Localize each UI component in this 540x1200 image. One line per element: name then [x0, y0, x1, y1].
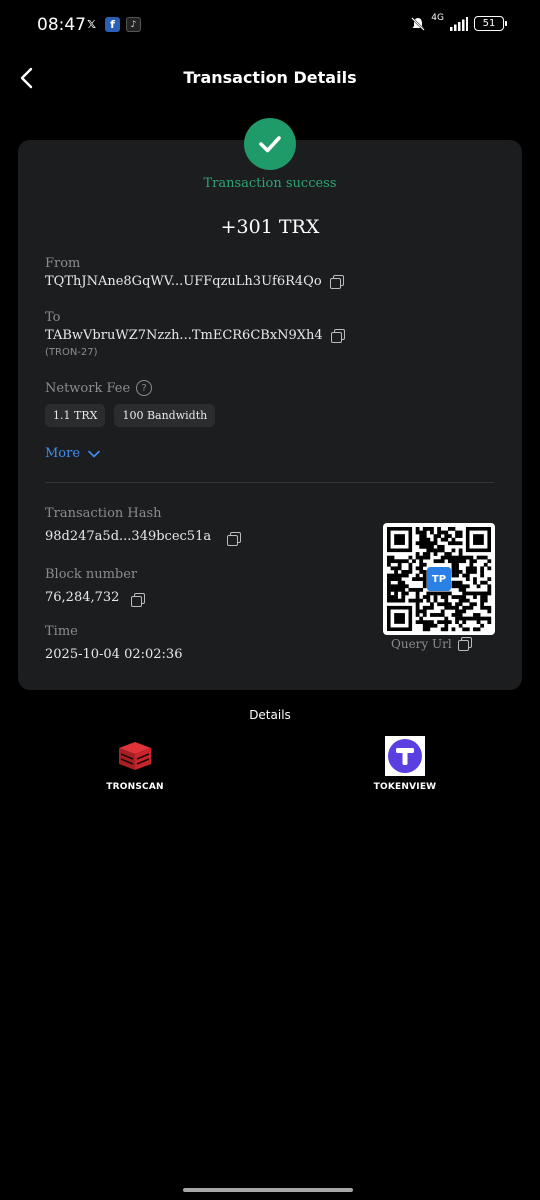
divider [45, 482, 494, 483]
tokenview-label: TOKENVIEW [373, 782, 437, 792]
block-number-text: 76,284,732 [45, 590, 120, 605]
tronscan-icon [115, 736, 155, 776]
signal-icon [450, 16, 468, 31]
success-check-icon [244, 118, 296, 170]
to-address-note: (TRON-27) [45, 347, 98, 358]
copy-icon [457, 637, 472, 651]
to-address: TABwVbruWZ7Nzzh...TmECR6CBxN9Xh4 [45, 328, 345, 343]
transaction-hash-label: Transaction Hash [45, 506, 162, 521]
x-icon: 𝕏 [87, 18, 96, 31]
copy-icon[interactable] [329, 274, 344, 289]
copy-icon[interactable] [227, 531, 242, 546]
qr-code: TP [383, 523, 495, 635]
block-number: 76,284,732 [45, 590, 146, 607]
fee-chips: 1.1 TRX 100 Bandwidth [45, 404, 216, 427]
to-address-text: TABwVbruWZ7Nzzh...TmECR6CBxN9Xh4 [45, 328, 323, 343]
system-icons: 4G 51 [411, 12, 507, 31]
chevron-down-icon [88, 450, 100, 457]
time-label: Time [45, 624, 78, 639]
tokenview-link[interactable]: TOKENVIEW [355, 736, 455, 792]
query-url-label: Query Url [391, 637, 452, 651]
copy-icon[interactable] [330, 328, 345, 343]
details-title: Details [249, 708, 291, 722]
status-bar: 08:47 𝕏 f ♪ 4G 51 [0, 0, 540, 52]
status-time: 08:47 [37, 15, 86, 35]
tronscan-link[interactable]: TRONSCAN [85, 736, 185, 792]
help-icon[interactable]: ? [136, 380, 153, 396]
home-indicator[interactable] [183, 1188, 353, 1192]
tokenpocket-logo: TP [427, 567, 451, 591]
transaction-details-screen: 08:47 𝕏 f ♪ 4G 51 Transaction Details Tr… [0, 0, 540, 1200]
network-fee-label: Network Fee ? [45, 380, 153, 396]
tiktok-icon: ♪ [126, 17, 141, 32]
network-fee-label-text: Network Fee [45, 380, 131, 396]
more-button[interactable]: More [45, 446, 100, 461]
page-title: Transaction Details [183, 68, 357, 87]
transaction-amount: +301 TRX [220, 216, 320, 238]
notification-icons: 𝕏 f ♪ [84, 17, 141, 32]
tokenview-icon [385, 736, 425, 776]
fee-chip-bandwidth: 100 Bandwidth [114, 404, 216, 427]
query-url-button[interactable]: Query Url [391, 637, 472, 651]
time-value: 2025-10-04 02:02:36 [45, 647, 183, 662]
header: Transaction Details [0, 56, 540, 100]
transaction-hash-text: 98d247a5d...349bcec51a [45, 529, 212, 544]
from-label: From [45, 256, 81, 271]
more-label: More [45, 446, 81, 461]
mute-icon [411, 16, 426, 31]
transaction-hash: 98d247a5d...349bcec51a [45, 529, 242, 546]
battery-icon: 51 [474, 16, 507, 31]
block-number-label: Block number [45, 567, 138, 582]
from-address-text: TQThJNAne8GqWV...UFFqzuLh3Uf6R4Qo [45, 274, 322, 289]
from-address: TQThJNAne8GqWV...UFFqzuLh3Uf6R4Qo [45, 274, 344, 289]
copy-icon[interactable] [131, 592, 146, 607]
network-type: 4G [431, 12, 444, 23]
to-label: To [45, 310, 61, 325]
tronscan-label: TRONSCAN [106, 782, 164, 792]
fee-chip-trx: 1.1 TRX [45, 404, 106, 427]
transaction-status: Transaction success [203, 176, 337, 191]
facebook-icon: f [105, 17, 120, 32]
